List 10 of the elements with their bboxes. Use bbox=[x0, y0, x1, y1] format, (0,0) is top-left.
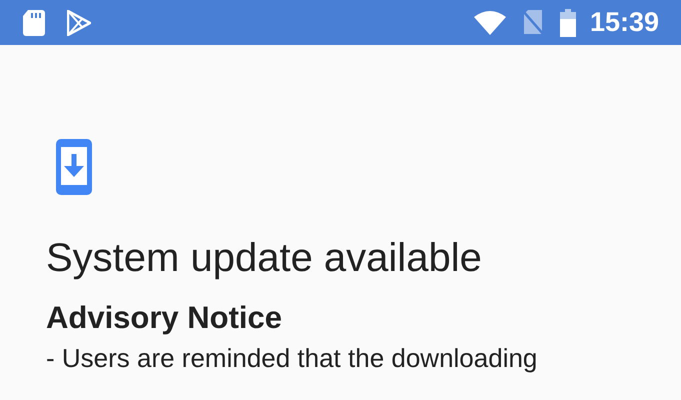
sd-card-icon bbox=[22, 10, 46, 36]
no-sim-icon bbox=[522, 10, 544, 36]
phone-download-icon bbox=[56, 139, 92, 195]
wifi-icon bbox=[474, 10, 506, 34]
battery-icon bbox=[560, 8, 576, 36]
notice-text: - Users are reminded that the downloading bbox=[46, 342, 538, 374]
notice-heading: Advisory Notice bbox=[46, 299, 284, 337]
clock-time: 15:39 bbox=[590, 9, 659, 36]
play-store-icon bbox=[67, 10, 91, 36]
update-title: System update available bbox=[46, 235, 483, 282]
